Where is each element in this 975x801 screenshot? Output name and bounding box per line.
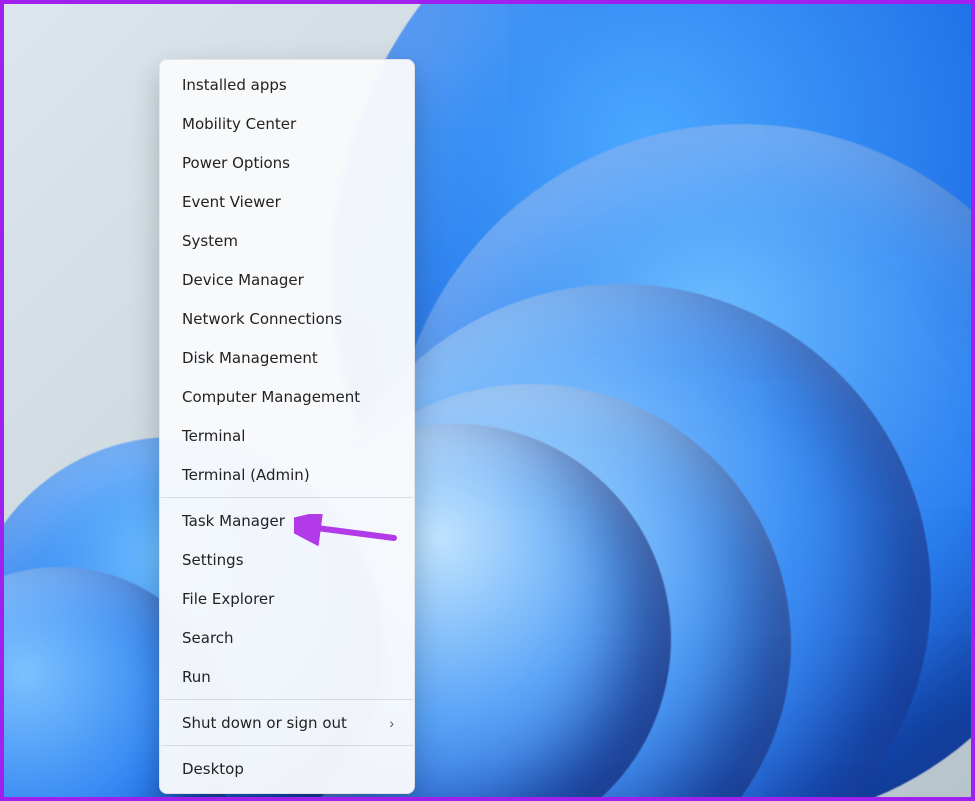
menu-item-settings[interactable]: Settings <box>160 540 414 579</box>
menu-item-label: Desktop <box>182 760 244 778</box>
menu-item-label: Power Options <box>182 154 290 172</box>
menu-separator <box>161 745 413 746</box>
menu-item-desktop[interactable]: Desktop <box>160 749 414 788</box>
menu-item-label: Device Manager <box>182 271 304 289</box>
menu-item-event-viewer[interactable]: Event Viewer <box>160 182 414 221</box>
menu-item-mobility-center[interactable]: Mobility Center <box>160 104 414 143</box>
menu-item-label: Terminal <box>182 427 245 445</box>
menu-item-search[interactable]: Search <box>160 618 414 657</box>
menu-separator <box>161 497 413 498</box>
menu-item-label: Mobility Center <box>182 115 296 133</box>
menu-item-run[interactable]: Run <box>160 657 414 696</box>
menu-separator <box>161 699 413 700</box>
menu-item-disk-management[interactable]: Disk Management <box>160 338 414 377</box>
menu-item-system[interactable]: System <box>160 221 414 260</box>
menu-item-label: System <box>182 232 238 250</box>
desktop-area: Installed apps Mobility Center Power Optio… <box>0 0 975 801</box>
menu-item-label: Shut down or sign out <box>182 714 347 732</box>
menu-item-label: Network Connections <box>182 310 342 328</box>
menu-item-network-connections[interactable]: Network Connections <box>160 299 414 338</box>
menu-item-label: Computer Management <box>182 388 360 406</box>
menu-item-label: Search <box>182 629 234 647</box>
menu-item-installed-apps[interactable]: Installed apps <box>160 65 414 104</box>
menu-item-label: Disk Management <box>182 349 318 367</box>
menu-item-terminal[interactable]: Terminal <box>160 416 414 455</box>
menu-item-task-manager[interactable]: Task Manager <box>160 501 414 540</box>
menu-item-label: Installed apps <box>182 76 287 94</box>
winx-context-menu[interactable]: Installed apps Mobility Center Power Optio… <box>159 59 415 794</box>
menu-item-label: Task Manager <box>182 512 285 530</box>
menu-item-file-explorer[interactable]: File Explorer <box>160 579 414 618</box>
menu-item-power-options[interactable]: Power Options <box>160 143 414 182</box>
menu-item-label: Run <box>182 668 211 686</box>
menu-item-terminal-admin[interactable]: Terminal (Admin) <box>160 455 414 494</box>
menu-item-label: Terminal (Admin) <box>182 466 310 484</box>
menu-item-label: Event Viewer <box>182 193 281 211</box>
menu-item-computer-management[interactable]: Computer Management <box>160 377 414 416</box>
chevron-right-icon: › <box>389 715 394 731</box>
menu-item-label: Settings <box>182 551 244 569</box>
menu-item-label: File Explorer <box>182 590 274 608</box>
menu-item-device-manager[interactable]: Device Manager <box>160 260 414 299</box>
menu-item-shut-down-or-sign-out[interactable]: Shut down or sign out › <box>160 703 414 742</box>
